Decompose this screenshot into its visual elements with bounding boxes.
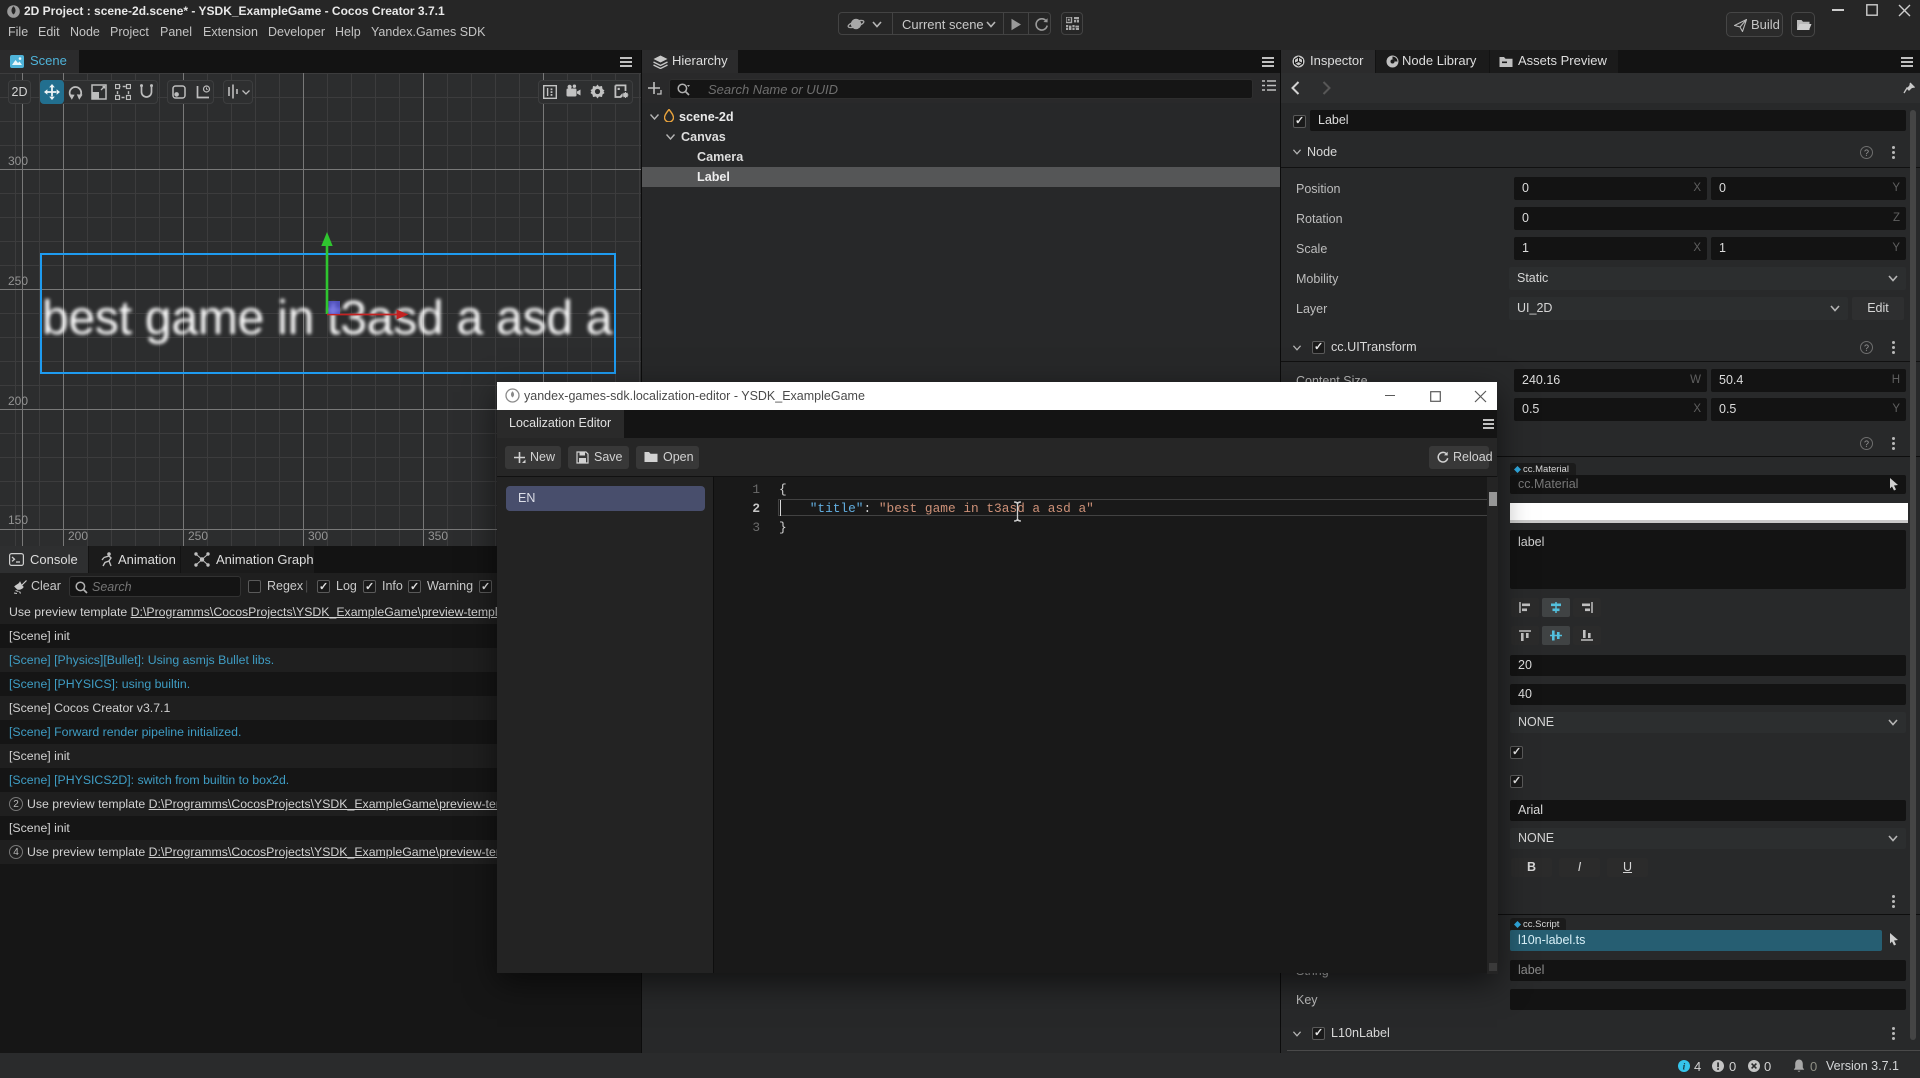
svg-text:i: i xyxy=(1683,1062,1686,1072)
